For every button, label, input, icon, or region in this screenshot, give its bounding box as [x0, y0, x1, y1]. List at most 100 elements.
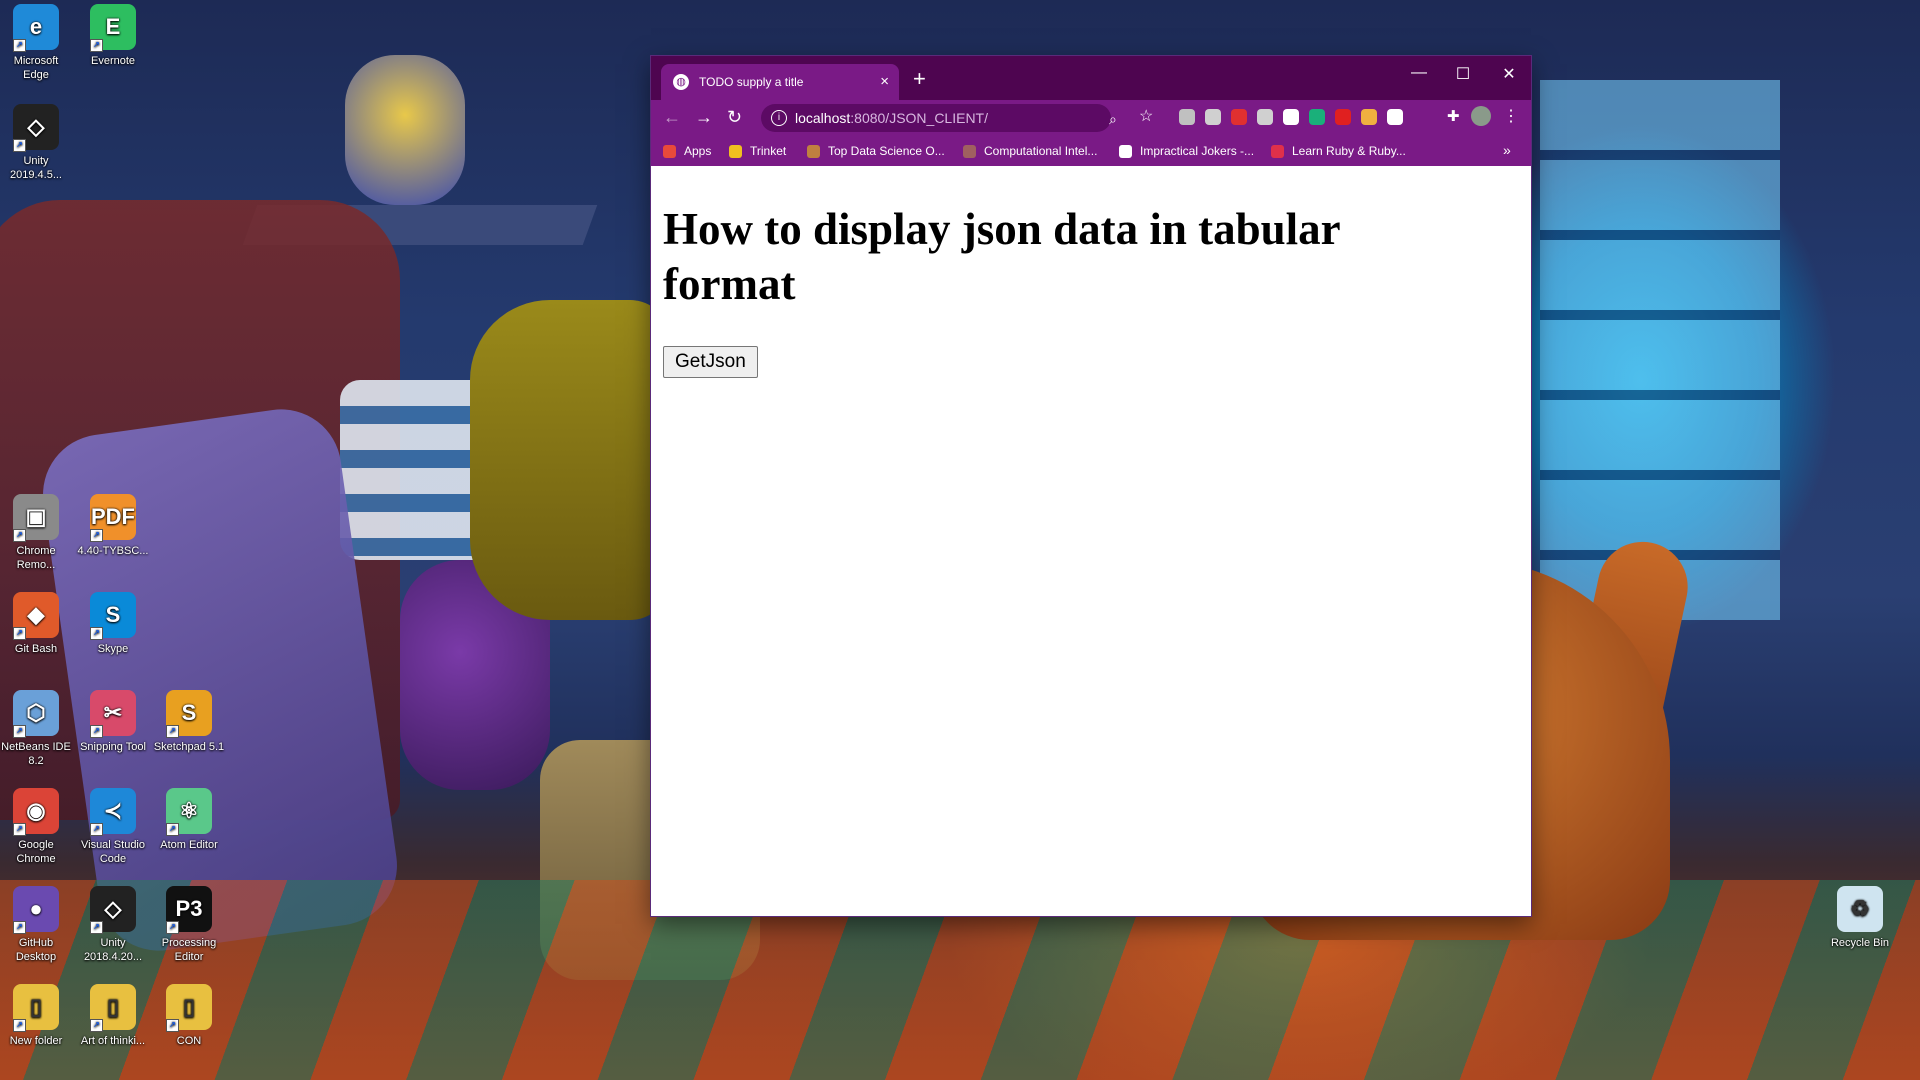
- bookmark-favicon-icon: [729, 144, 742, 158]
- desktop-icon-label: Google Chrome: [16, 839, 56, 865]
- shortcut-arrow-icon: ↗: [13, 725, 26, 738]
- shortcut-arrow-icon: ↗: [90, 823, 103, 836]
- bookmark-apps[interactable]: Apps: [663, 144, 711, 158]
- desktop-icon-visual-studio-code[interactable]: ≺ ↗ Visual Studio Code: [77, 788, 149, 866]
- address-bar[interactable]: i localhost:8080/JSON_CLIENT/: [761, 104, 1111, 132]
- shortcut-arrow-icon: ↗: [90, 39, 103, 52]
- extension-icon[interactable]: [1283, 109, 1299, 125]
- shortcut-arrow-icon: ↗: [13, 1019, 26, 1032]
- extension-icon[interactable]: [1361, 109, 1377, 125]
- desktop-icon-snipping-tool[interactable]: ✂ ↗ Snipping Tool: [77, 690, 149, 754]
- desktop-icon-chrome-remo[interactable]: ▣ ↗ Chrome Remo...: [0, 494, 72, 572]
- desktop-icon-github-desktop[interactable]: ● ↗ GitHub Desktop: [0, 886, 72, 964]
- desktop-icon-4-40-tybsc[interactable]: PDF ↗ 4.40-TYBSC...: [77, 494, 149, 558]
- shortcut-arrow-icon: ↗: [166, 921, 179, 934]
- tab-close-icon[interactable]: ×: [880, 73, 889, 90]
- desktop-icon-sketchpad-5-1[interactable]: S ↗ Sketchpad 5.1: [153, 690, 225, 754]
- desktop-icon-skype[interactable]: S ↗ Skype: [77, 592, 149, 656]
- site-info-icon[interactable]: i: [771, 110, 787, 126]
- app-icon: ▯ ↗: [166, 984, 212, 1032]
- desktop-icon-google-chrome[interactable]: ◉ ↗ Google Chrome: [0, 788, 72, 866]
- reload-button[interactable]: ↻: [727, 108, 742, 126]
- desktop-icon-new-folder[interactable]: ▯ ↗ New folder: [0, 984, 72, 1048]
- bookmark-label: Trinket: [750, 144, 787, 158]
- url-host: localhost: [795, 110, 851, 126]
- wallpaper-pillow: [35, 401, 405, 959]
- menu-kebab-icon[interactable]: ⋮: [1503, 108, 1519, 126]
- desktop-icon-unity-2019-4-5[interactable]: ◇ ↗ Unity 2019.4.5...: [0, 104, 72, 182]
- desktop-icon-label: New folder: [9, 1035, 63, 1047]
- bookmark-favicon-icon: [807, 144, 820, 158]
- shortcut-arrow-icon: ↗: [13, 39, 26, 52]
- wallpaper-window: [1540, 80, 1780, 620]
- app-icon: ◇ ↗: [13, 104, 59, 152]
- shortcut-arrow-icon: ↗: [90, 627, 103, 640]
- maximize-button[interactable]: ☐: [1441, 64, 1485, 84]
- desktop-icon-label: Art of thinki...: [80, 1035, 146, 1047]
- extension-icon[interactable]: [1309, 109, 1325, 125]
- bookmark-label: Top Data Science O...: [828, 144, 945, 158]
- desktop-icon-label: Sketchpad 5.1: [153, 741, 225, 753]
- bookmarks-bar: Apps Trinket Top Data Science O... Computat…: [651, 136, 1531, 166]
- bookmarks-overflow-button[interactable]: »: [1503, 142, 1511, 158]
- extension-icon[interactable]: [1205, 109, 1221, 125]
- desktop-icon-label: Microsoft Edge: [13, 55, 59, 81]
- extension-icon[interactable]: [1335, 109, 1351, 125]
- desktop-icon-netbeans-ide-8-2[interactable]: ⬡ ↗ NetBeans IDE 8.2: [0, 690, 72, 768]
- bookmark-learn-ruby-ruby[interactable]: Learn Ruby & Ruby...: [1271, 144, 1406, 158]
- desktop-icon-label: GitHub Desktop: [15, 937, 57, 963]
- desktop-icon-recycle-bin[interactable]: ♻ Recycle Bin: [1824, 886, 1896, 950]
- desktop-icon-atom-editor[interactable]: ⚛ ↗ Atom Editor: [153, 788, 225, 852]
- desktop-icon-evernote[interactable]: E ↗ Evernote: [77, 4, 149, 68]
- desktop-icon-label: NetBeans IDE 8.2: [1, 741, 71, 767]
- back-button[interactable]: ←: [663, 108, 681, 126]
- page-title: How to display json data in tabular form…: [663, 204, 1340, 309]
- desktop-icon-con[interactable]: ▯ ↗ CON: [153, 984, 225, 1048]
- extension-icon[interactable]: [1179, 109, 1195, 125]
- bookmark-star-icon[interactable]: ☆: [1139, 108, 1153, 126]
- minimize-button[interactable]: —: [1397, 64, 1441, 82]
- profile-avatar[interactable]: [1471, 106, 1491, 126]
- bookmark-trinket[interactable]: Trinket: [729, 144, 786, 158]
- desktop-icon-git-bash[interactable]: ◆ ↗ Git Bash: [0, 592, 72, 656]
- bookmark-top-data-science-o[interactable]: Top Data Science O...: [807, 144, 945, 158]
- desktop-icon-label: Recycle Bin: [1830, 937, 1890, 949]
- bookmark-favicon-icon: [663, 144, 676, 158]
- browser-titlebar[interactable]: ◍ TODO supply a title × + — ☐ ✕: [651, 56, 1531, 100]
- tab-title: TODO supply a title: [699, 75, 804, 89]
- shortcut-arrow-icon: ↗: [90, 1019, 103, 1032]
- app-icon: ✂ ↗: [90, 690, 136, 738]
- bookmark-computational-intel[interactable]: Computational Intel...: [963, 144, 1097, 158]
- app-icon: ♻: [1837, 886, 1883, 932]
- extension-icon[interactable]: [1387, 109, 1403, 125]
- forward-button[interactable]: →: [695, 108, 713, 126]
- extension-icon[interactable]: [1257, 109, 1273, 125]
- app-icon: ≺ ↗: [90, 788, 136, 836]
- desktop-icon-microsoft-edge[interactable]: e ↗ Microsoft Edge: [0, 4, 72, 82]
- bookmark-favicon-icon: [1119, 144, 1132, 158]
- desktop-icon-unity-2018-4-20[interactable]: ◇ ↗ Unity 2018.4.20...: [77, 886, 149, 964]
- desktop-icon-processing-editor[interactable]: P3 ↗ Processing Editor: [153, 886, 225, 964]
- tab-active[interactable]: ◍ TODO supply a title ×: [661, 64, 899, 100]
- desktop-icon-label: CON: [176, 1035, 202, 1047]
- desktop-icon-art-of-thinki[interactable]: ▯ ↗ Art of thinki...: [77, 984, 149, 1048]
- bookmark-impractical-jokers[interactable]: Impractical Jokers -...: [1119, 144, 1254, 158]
- desktop-icon-label: Git Bash: [14, 643, 58, 655]
- bookmark-favicon-icon: [1271, 144, 1284, 158]
- wallpaper-character: [470, 300, 670, 620]
- url-path: :8080/JSON_CLIENT/: [850, 110, 988, 126]
- zoom-icon[interactable]: ⌕: [1109, 110, 1117, 128]
- shortcut-arrow-icon: ↗: [13, 921, 26, 934]
- extensions-puzzle-icon[interactable]: ✚: [1447, 108, 1460, 126]
- close-window-button[interactable]: ✕: [1487, 64, 1531, 84]
- desktop-icon-label: Unity 2018.4.20...: [83, 937, 143, 963]
- get-json-button[interactable]: GetJson: [663, 346, 758, 378]
- extension-icon[interactable]: [1231, 109, 1247, 125]
- new-tab-button[interactable]: +: [913, 68, 926, 90]
- wallpaper-vase: [400, 560, 550, 790]
- globe-icon: ◍: [673, 74, 689, 90]
- shortcut-arrow-icon: ↗: [90, 921, 103, 934]
- shortcut-arrow-icon: ↗: [166, 725, 179, 738]
- app-icon: PDF ↗: [90, 494, 136, 542]
- shortcut-arrow-icon: ↗: [13, 529, 26, 542]
